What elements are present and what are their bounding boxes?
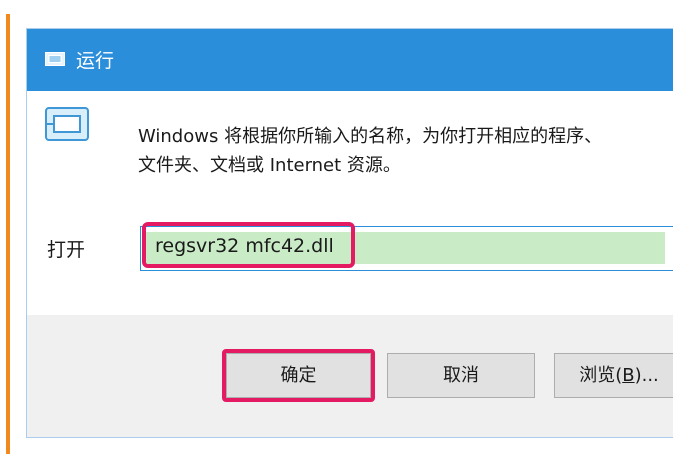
dialog-description: Windows 将根据你所输入的名称，为你打开相应的程序、 文件夹、文档或 In… [138, 122, 602, 180]
open-label: 打开 [47, 239, 86, 261]
cancel-button[interactable]: 取消 [387, 353, 535, 398]
run-dialog-icon [45, 52, 65, 66]
description-line-2: 文件夹、文档或 Internet 资源。 [138, 155, 401, 176]
cancel-button-label: 取消 [443, 365, 479, 386]
description-line-1: Windows 将根据你所输入的名称，为你打开相应的程序、 [138, 126, 603, 147]
browse-button[interactable]: 浏览(B)... [554, 353, 673, 398]
browse-label-prefix: 浏览( [579, 365, 623, 386]
left-accent-bar [6, 14, 10, 454]
browse-access-key: B [622, 365, 635, 386]
dialog-title: 运行 [76, 50, 115, 72]
title-bar[interactable]: 运行 [27, 29, 673, 91]
run-dialog: 运行 Windows 将根据你所输入的名称，为你打开相应的程序、 文件夹、文档或… [26, 28, 673, 438]
browse-label-suffix: )... [634, 365, 659, 386]
input-highlight-box [142, 222, 355, 268]
run-dialog-large-icon [45, 107, 89, 141]
ok-button-highlight-box [222, 349, 375, 402]
